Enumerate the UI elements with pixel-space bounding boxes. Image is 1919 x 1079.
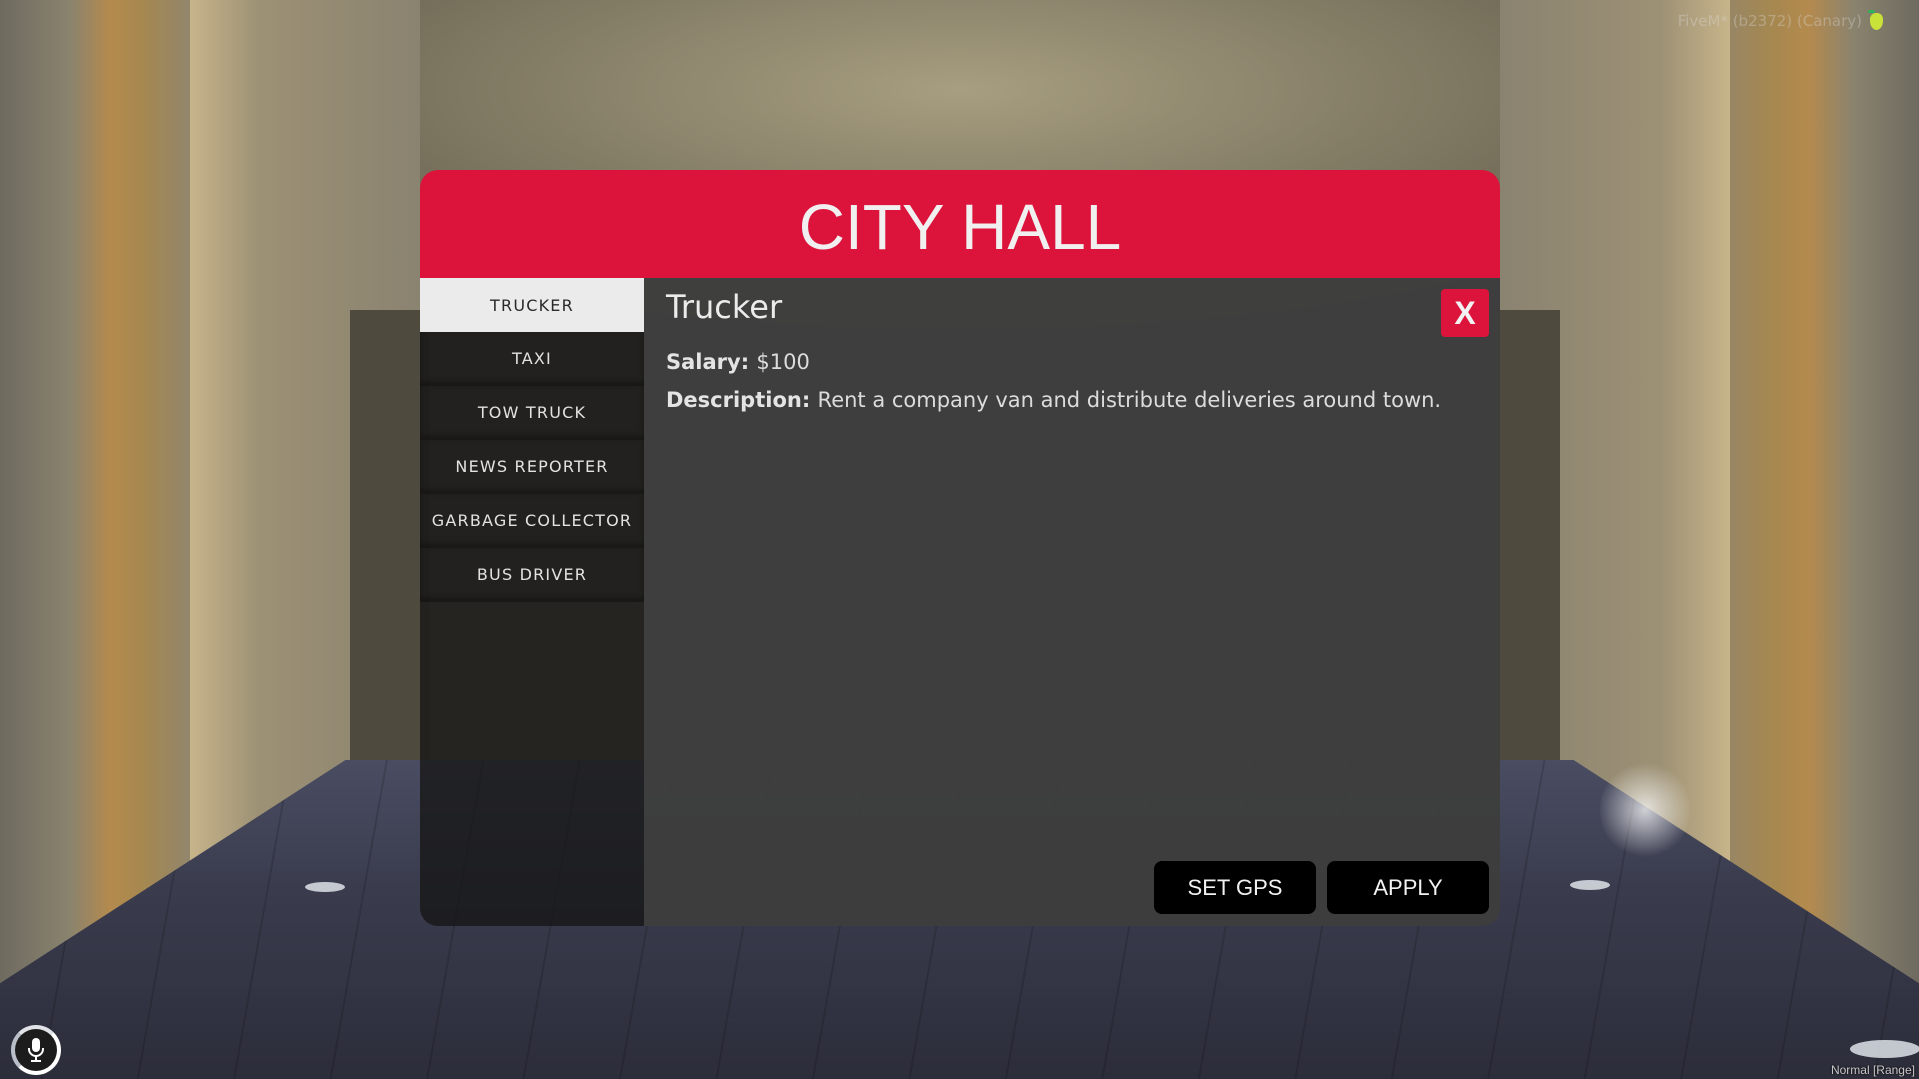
sidebar-item-taxi[interactable]: TAXI <box>420 332 644 386</box>
floor-light <box>1850 1040 1919 1058</box>
window-header: CITY HALL <box>420 170 1500 278</box>
elevator-door-left <box>350 310 430 790</box>
floor-light <box>1570 880 1610 890</box>
watermark-text: FiveM* (b2372) (Canary) <box>1677 12 1862 30</box>
set-gps-button[interactable]: SET GPS <box>1154 861 1316 914</box>
description-value: Rent a company van and distribute delive… <box>817 388 1442 412</box>
voice-mode-label: Normal [Range] <box>1830 1063 1915 1077</box>
city-hall-window: CITY HALL TRUCKER TAXI TOW TRUCK NEWS RE… <box>420 170 1500 926</box>
sidebar-item-trucker[interactable]: TRUCKER <box>420 278 644 332</box>
wall-light <box>1600 760 1690 860</box>
sidebar-item-garbage-collector[interactable]: GARBAGE COLLECTOR <box>420 494 644 548</box>
floor-light <box>305 882 345 892</box>
description-row: Description: Rent a company van and dist… <box>666 388 1441 412</box>
microphone-icon <box>28 1038 44 1062</box>
description-label: Description: <box>666 388 818 412</box>
window-title: CITY HALL <box>798 191 1122 263</box>
job-sidebar: TRUCKER TAXI TOW TRUCK NEWS REPORTER GAR… <box>420 278 644 926</box>
pear-icon <box>1868 9 1883 30</box>
salary-label: Salary: <box>666 350 757 374</box>
sidebar-item-tow-truck[interactable]: TOW TRUCK <box>420 386 644 440</box>
fivem-watermark: FiveM* (b2372) (Canary) <box>1677 9 1883 30</box>
elevator-door-right <box>1495 310 1560 790</box>
close-button[interactable]: X <box>1441 289 1489 337</box>
voice-indicator <box>11 1025 61 1075</box>
salary-value: $100 <box>756 350 810 374</box>
job-details-panel: Trucker X Salary: $100 Description: Rent… <box>644 278 1500 926</box>
sidebar-item-bus-driver[interactable]: BUS DRIVER <box>420 548 644 602</box>
salary-row: Salary: $100 <box>666 350 810 374</box>
job-title: Trucker <box>666 288 783 326</box>
sidebar-item-news-reporter[interactable]: NEWS REPORTER <box>420 440 644 494</box>
apply-button[interactable]: APPLY <box>1327 861 1489 914</box>
close-icon: X <box>1454 294 1476 331</box>
